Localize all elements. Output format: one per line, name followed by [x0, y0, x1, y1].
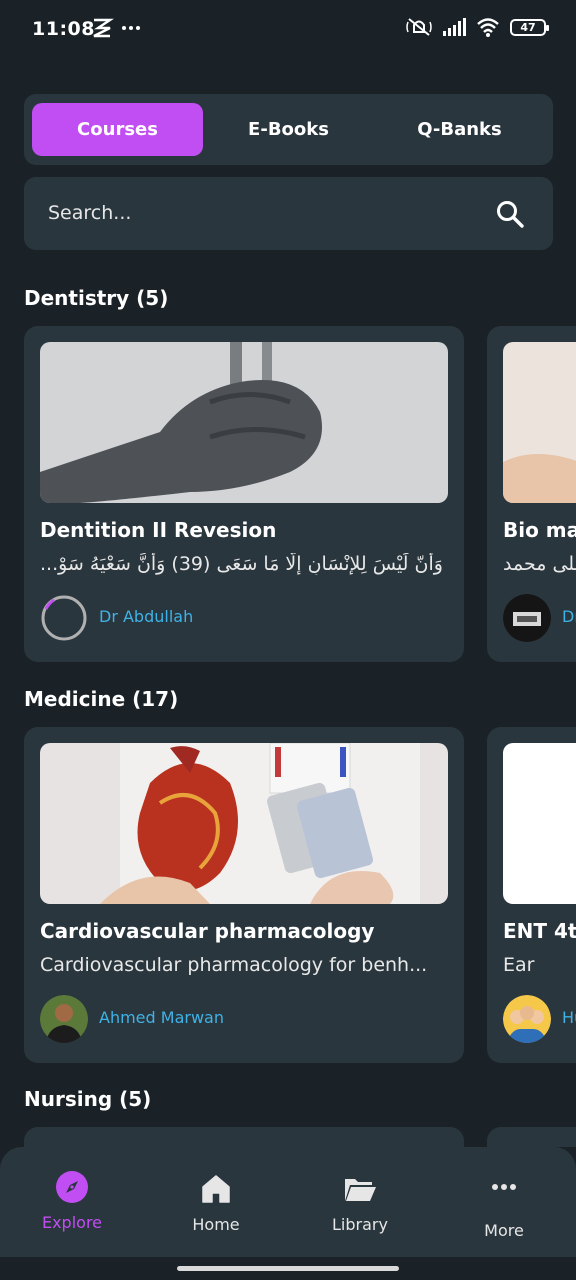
course-subtitle: Cardiovascular pharmacology for benh...	[40, 954, 428, 976]
avatar	[40, 594, 88, 642]
battery-icon: 47	[510, 18, 549, 36]
bottom-navigation: Explore Home Library More	[0, 1147, 576, 1257]
course-card[interactable]: Dentition II Revesion وَأنّ لَيْسَ لِلإِ…	[24, 326, 464, 662]
course-title: Bio mat	[503, 518, 576, 542]
course-title: Dentition II Revesion	[40, 518, 277, 542]
nav-label: Explore	[41, 1213, 103, 1232]
course-card[interactable]: ENT 4th Ear Hu	[487, 727, 576, 1063]
status-time: 11:08	[32, 18, 95, 40]
course-row-nursing	[24, 1127, 576, 1147]
author-name[interactable]: Dr	[562, 607, 576, 626]
compass-icon	[56, 1171, 88, 1203]
course-image	[503, 342, 576, 503]
section-title-dentistry: Dentistry (5)	[24, 286, 169, 310]
course-row-medicine: Cardiovascular pharmacology Cardiovascul…	[24, 727, 576, 1063]
search-input[interactable]	[48, 195, 468, 231]
mute-icon	[406, 18, 432, 36]
course-card[interactable]	[487, 1127, 576, 1147]
author-name[interactable]: Dr Abdullah	[99, 607, 193, 626]
nav-label: Home	[192, 1215, 240, 1234]
nav-library[interactable]: Library	[305, 1171, 415, 1234]
section-title-nursing: Nursing (5)	[24, 1087, 152, 1111]
search-bar	[24, 177, 553, 250]
more-dots-icon	[492, 1184, 516, 1190]
avatar	[503, 594, 551, 642]
content-type-tabs: Courses E-Books Q-Banks	[24, 94, 553, 165]
home-icon	[202, 1175, 230, 1203]
wifi-icon	[477, 18, 499, 37]
search-icon[interactable]	[495, 199, 525, 229]
course-image	[40, 743, 448, 904]
author-name[interactable]: Ahmed Marwan	[99, 1008, 224, 1027]
nav-home[interactable]: Home	[161, 1171, 271, 1234]
course-title: ENT 4th	[503, 919, 576, 943]
tab-ebooks[interactable]: E-Books	[203, 103, 374, 156]
app-notification-icon	[93, 18, 140, 38]
course-card[interactable]	[24, 1127, 464, 1147]
course-subtitle: Ear	[503, 954, 535, 976]
course-title: Cardiovascular pharmacology	[40, 919, 375, 943]
author-name[interactable]: Hu	[562, 1008, 576, 1027]
home-indicator[interactable]	[177, 1266, 399, 1271]
nav-more[interactable]: More	[449, 1171, 559, 1240]
section-title-medicine: Medicine (17)	[24, 687, 179, 711]
course-subtitle: على محمد	[503, 553, 576, 575]
status-bar: 11:08 47	[0, 0, 576, 60]
course-row-dentistry: Dentition II Revesion وَأنّ لَيْسَ لِلإِ…	[24, 326, 576, 662]
tab-courses[interactable]: Courses	[32, 103, 203, 156]
course-image	[40, 342, 448, 503]
course-card[interactable]: Cardiovascular pharmacology Cardiovascul…	[24, 727, 464, 1063]
notification-icons	[92, 16, 152, 45]
avatar	[503, 995, 551, 1043]
course-card[interactable]: Bio mat على محمد Dr	[487, 326, 576, 662]
folder-icon	[345, 1179, 376, 1201]
status-right: 47	[406, 16, 549, 38]
nav-label: More	[484, 1221, 524, 1240]
course-subtitle: وَأنّ لَيْسَ لِلإِنْسَانِ إِلَّا مَا سَع…	[40, 553, 443, 575]
signal-icon	[443, 18, 466, 36]
nav-explore[interactable]: Explore	[17, 1169, 127, 1232]
tab-qbanks[interactable]: Q-Banks	[374, 103, 545, 156]
course-image	[503, 743, 576, 904]
avatar	[40, 995, 88, 1043]
nav-label: Library	[332, 1215, 388, 1234]
